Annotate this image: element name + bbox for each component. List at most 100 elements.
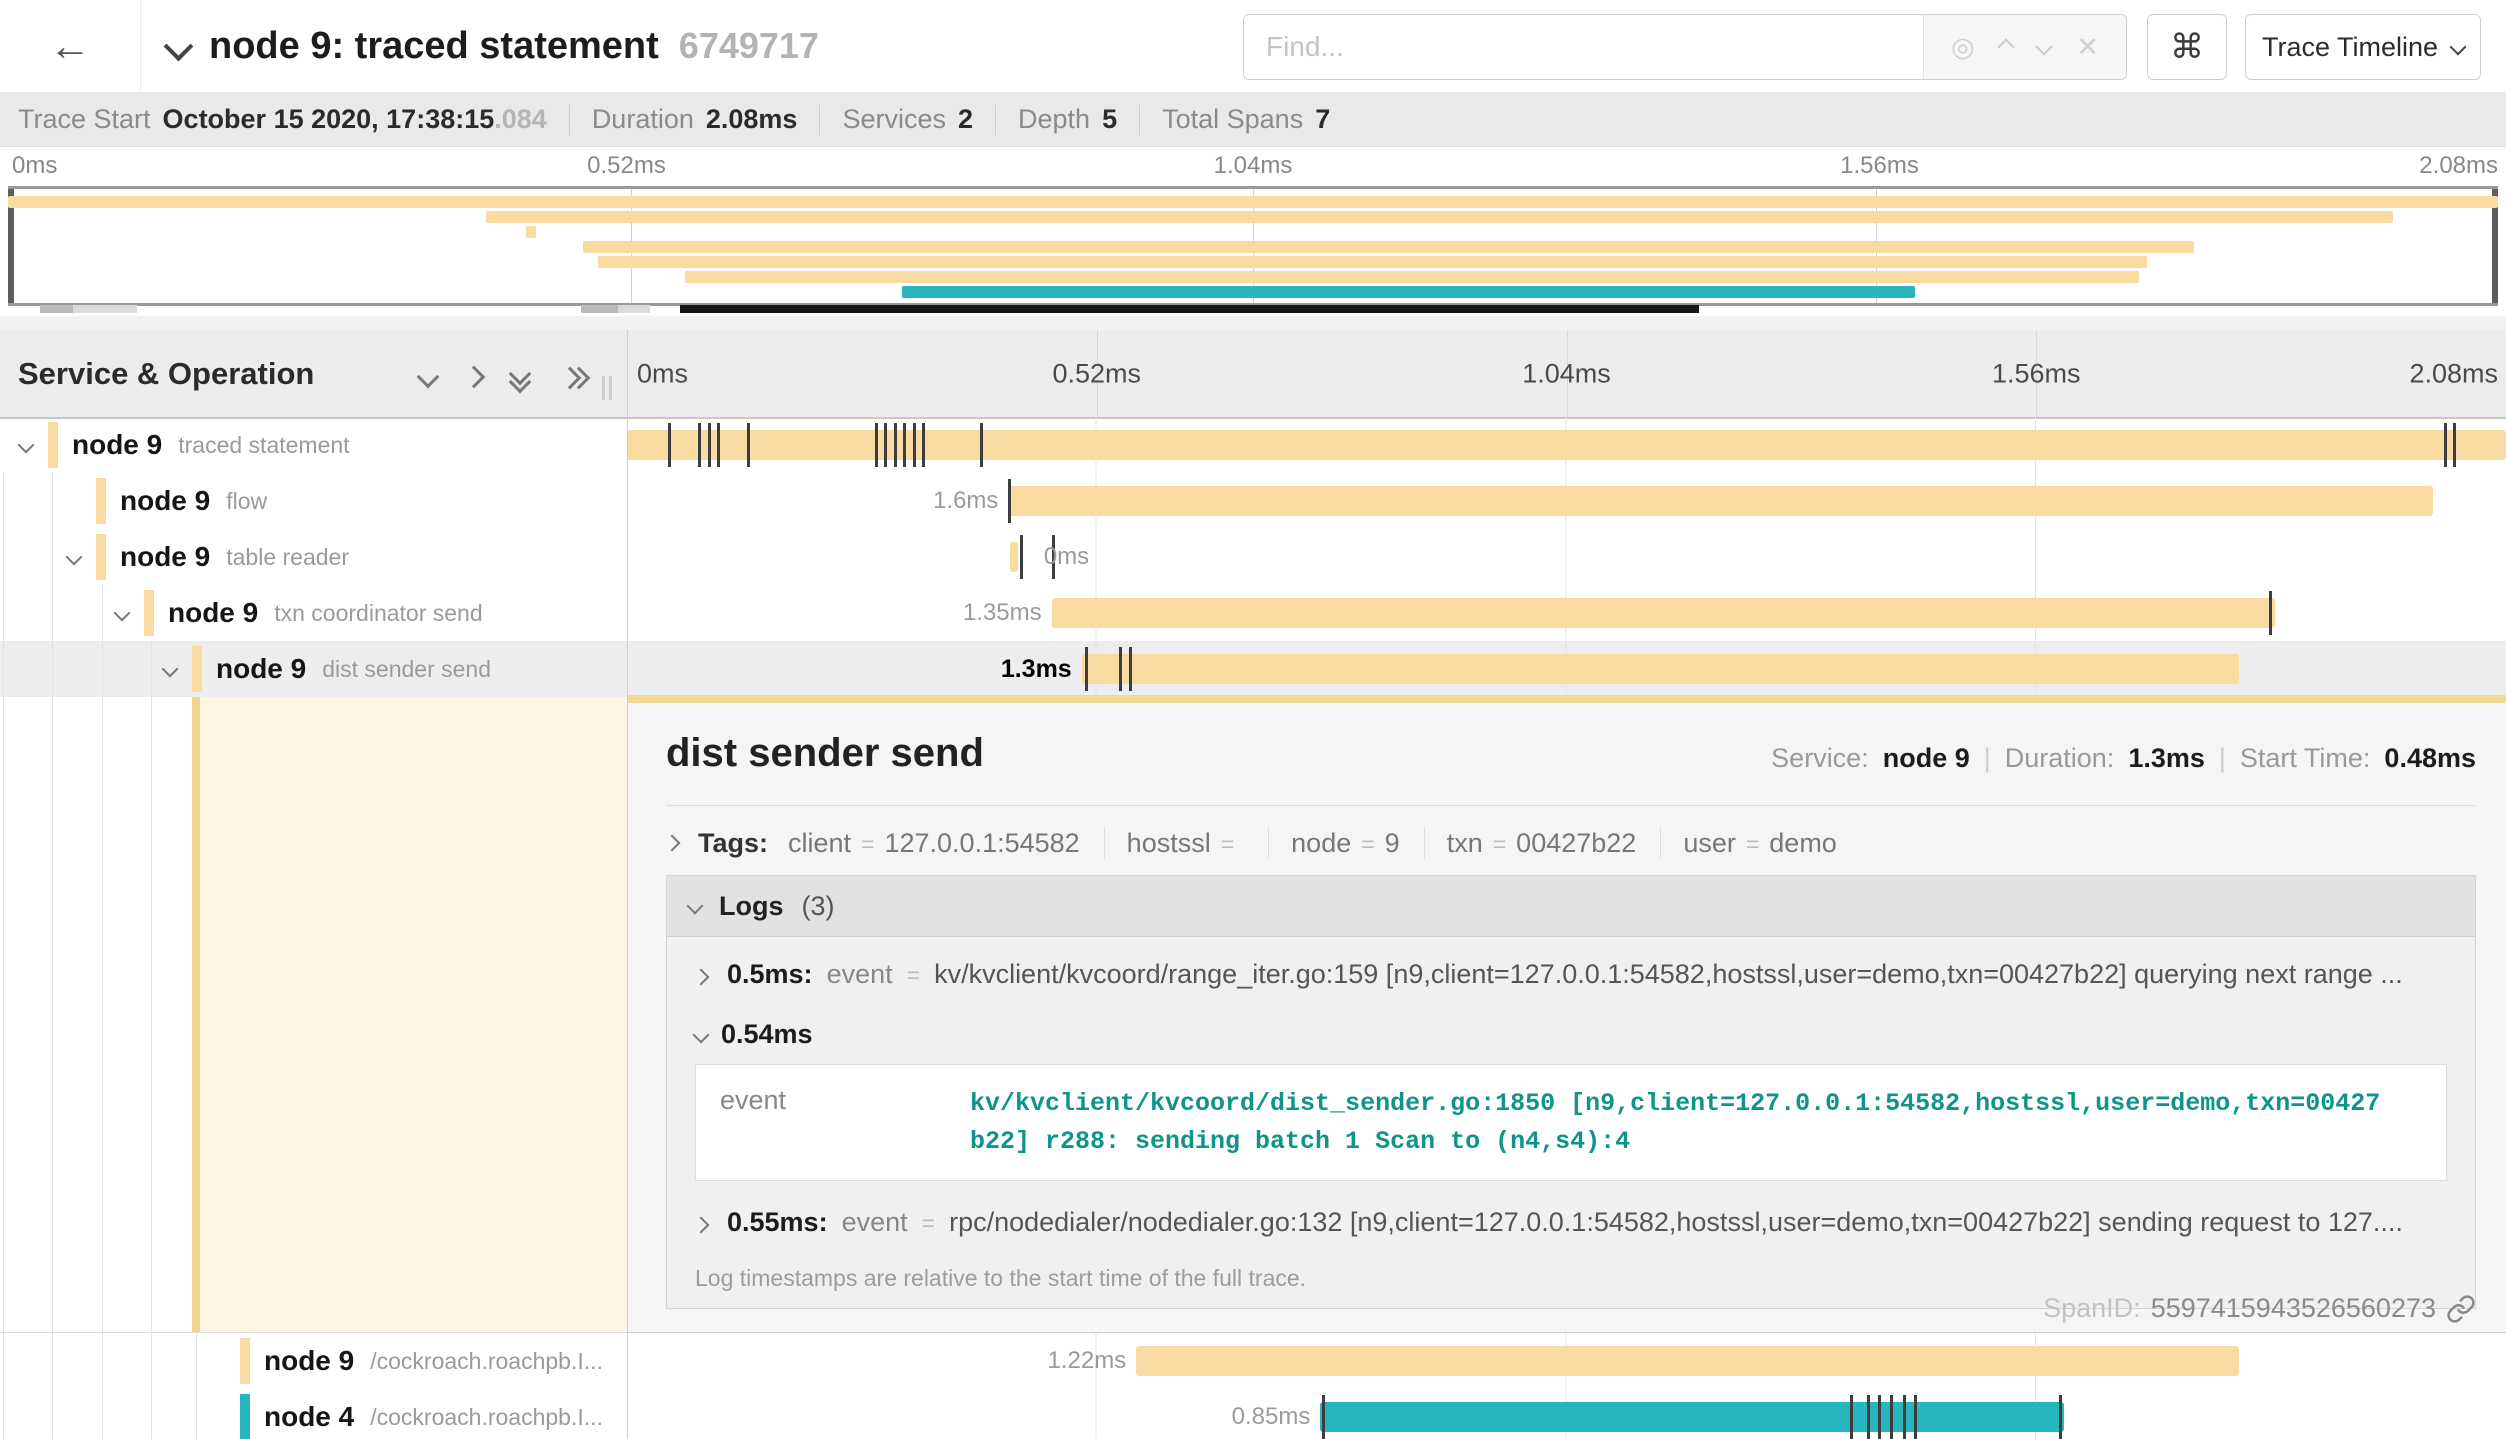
span-log-tick	[1085, 647, 1088, 691]
back-button[interactable]: ←	[0, 0, 141, 92]
span-id-value: 5597415943526560273	[2151, 1293, 2436, 1324]
minimap-span-bar	[583, 241, 2194, 253]
tag-value: 9	[1385, 828, 1400, 859]
tree-chevron-icon[interactable]	[164, 662, 176, 680]
span-bar[interactable]	[1082, 654, 2239, 684]
chevron-right-icon	[664, 835, 681, 852]
span-tree-row[interactable]: node 4/cockroach.roachpb.I...	[0, 1389, 627, 1439]
logs-title: Logs	[719, 891, 784, 922]
find-next-icon[interactable]	[2036, 39, 2053, 56]
span-operation-name: traced statement	[178, 432, 349, 459]
span-timeline-row[interactable]: 0.85ms	[627, 1389, 2506, 1439]
log-entry-expanded-body: event kv/kvclient/kvcoord/dist_sender.go…	[695, 1064, 2447, 1181]
span-color-strip	[144, 590, 154, 636]
span-tree-labels: node 9traced statement	[72, 417, 350, 473]
span-bar[interactable]	[1320, 1402, 2064, 1432]
locate-icon[interactable]: ◎	[1951, 34, 1975, 61]
span-timeline-row[interactable]: 1.35ms	[627, 585, 2506, 641]
timeline-tick-label: 0.52ms	[1052, 358, 1141, 389]
logs-body: 0.5ms: event = kv/kvclient/kvcoord/range…	[667, 937, 2475, 1308]
summary-separator	[1139, 105, 1140, 135]
span-timeline-row[interactable]	[627, 417, 2506, 473]
section-divider	[0, 316, 2506, 331]
collapse-one-icon[interactable]	[417, 366, 440, 389]
span-tree-labels: node 9/cockroach.roachpb.I...	[264, 1333, 603, 1389]
tag-item[interactable]: node=9	[1291, 828, 1425, 859]
tag-equals: =	[861, 831, 874, 858]
log-entry[interactable]: 0.55ms: event = rpc/nodedialer/nodediale…	[695, 1207, 2447, 1241]
span-bar[interactable]	[1136, 1346, 2239, 1376]
span-log-tick	[2444, 423, 2447, 467]
span-log-tick	[708, 423, 711, 467]
chevron-right-icon	[695, 969, 709, 986]
span-tree-row[interactable]: node 9flow	[0, 473, 627, 529]
tree-chevron-icon[interactable]	[116, 606, 128, 624]
span-tree-labels: node 9dist sender send	[216, 641, 491, 697]
minimap-strip-segment	[73, 305, 138, 313]
span-timeline-row[interactable]: 1.3ms	[627, 641, 2506, 697]
span-log-tick	[698, 423, 701, 467]
span-bar[interactable]	[1010, 542, 1018, 572]
collapse-all-icon[interactable]	[512, 366, 532, 388]
find-input[interactable]	[1244, 15, 1923, 79]
span-detail-panel: dist sender send Service: node 9 | Durat…	[628, 695, 2506, 1333]
span-timeline-row[interactable]: 0ms	[627, 529, 2506, 585]
chevron-down-icon	[693, 1026, 710, 1043]
tag-equals: =	[1221, 831, 1234, 858]
minimap-canvas[interactable]	[8, 186, 2498, 306]
find-suffix-controls: ◎ ✕	[1923, 15, 2126, 79]
tree-chevron-icon[interactable]	[20, 438, 32, 456]
column-resize-grip[interactable]	[602, 376, 612, 400]
logs-footnote: Log timestamps are relative to the start…	[695, 1265, 2447, 1292]
expand-one-icon[interactable]	[463, 366, 486, 389]
span-bar[interactable]	[1052, 598, 2275, 628]
deep-link-icon[interactable]	[2446, 1294, 2476, 1324]
jaeger-trace-page: ← node 9: traced statement 6749717 ◎ ✕ ⌘…	[0, 0, 2506, 1439]
tag-item[interactable]: txn=00427b22	[1447, 828, 1662, 859]
tag-item[interactable]: client=127.0.0.1:54582	[788, 828, 1105, 859]
tags-accordion[interactable]: Tags: client=127.0.0.1:54582 hostssl = node…	[666, 819, 2476, 867]
logs-header[interactable]: Logs (3)	[667, 876, 2475, 937]
trace-view-select[interactable]: Trace Timeline	[2245, 14, 2481, 80]
span-timeline-row[interactable]: 1.22ms	[627, 1333, 2506, 1389]
tag-key: node	[1291, 828, 1351, 859]
tags-label: Tags:	[698, 828, 768, 859]
span-tree-row[interactable]: node 9txn coordinator send	[0, 585, 627, 641]
span-log-tick	[1903, 1395, 1906, 1439]
span-bar[interactable]	[1008, 486, 2432, 516]
log-entry-expanded-header[interactable]: 0.54ms	[695, 1019, 2447, 1050]
span-tree-row[interactable]: node 9dist sender send	[0, 641, 627, 697]
timeline-tick-label: 1.56ms	[1840, 152, 1919, 180]
span-color-strip	[240, 1394, 250, 1439]
tag-item[interactable]: user=demo	[1683, 828, 1861, 859]
expand-all-icon[interactable]	[562, 368, 586, 386]
summary-label: Total Spans	[1162, 104, 1303, 135]
keyboard-shortcuts-button[interactable]: ⌘	[2147, 14, 2227, 80]
find-clear-icon[interactable]: ✕	[2076, 34, 2099, 61]
back-arrow-icon: ←	[49, 22, 91, 70]
find-prev-icon[interactable]	[1998, 39, 2015, 56]
collapse-controls	[420, 366, 586, 388]
start-time-label: Start Time:	[2240, 743, 2371, 774]
trace-view-label: Trace Timeline	[2262, 32, 2438, 63]
detail-bottom-border	[0, 1332, 627, 1333]
tag-item[interactable]: hostssl =	[1127, 828, 1269, 859]
span-tree-row[interactable]: node 9table reader	[0, 529, 627, 585]
timeline-tick-label: 0ms	[12, 152, 57, 180]
log-entry[interactable]: 0.5ms: event = kv/kvclient/kvcoord/range…	[695, 959, 2447, 993]
span-log-tick	[1867, 1395, 1870, 1439]
span-service-name: node 9	[120, 485, 210, 517]
span-tree-row[interactable]: node 9/cockroach.roachpb.I...	[0, 1333, 627, 1389]
span-log-tick	[903, 423, 906, 467]
span-tree-row[interactable]: node 9traced statement	[0, 417, 627, 473]
tag-key: hostssl	[1127, 828, 1211, 859]
collapse-trace-chevron-icon[interactable]	[164, 31, 194, 61]
span-id-row: SpanID: 5597415943526560273	[2043, 1293, 2476, 1324]
timeline-tick-label: 0.52ms	[587, 152, 666, 180]
tree-chevron-icon[interactable]	[68, 550, 80, 568]
chevron-down-icon	[2450, 39, 2467, 56]
summary-value: 5	[1102, 104, 1117, 135]
span-bar[interactable]	[627, 430, 2506, 460]
span-timeline-row[interactable]: 1.6ms	[627, 473, 2506, 529]
tags-list: client=127.0.0.1:54582hostssl=node=9txn=…	[788, 828, 1861, 859]
